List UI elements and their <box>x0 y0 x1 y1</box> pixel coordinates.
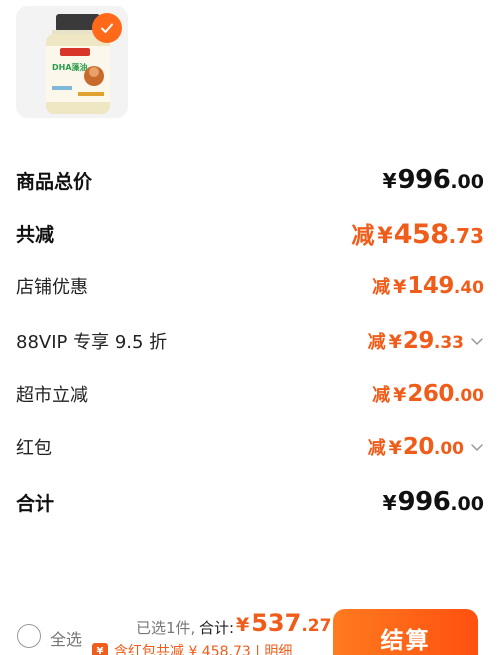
amount-decimal: .00 <box>450 171 484 193</box>
amount-integer: 996 <box>397 165 451 195</box>
currency-symbol: ¥ <box>388 331 402 353</box>
summary-row-red-packet[interactable]: 红包 减 ¥20.00 <box>16 427 484 467</box>
selected-count: 已选1件, <box>136 619 196 637</box>
summary-label: 共减 <box>16 223 55 246</box>
currency-symbol: ¥ <box>382 491 397 515</box>
summary-value: ¥996.00 <box>383 165 484 195</box>
amount-decimal: .73 <box>448 224 484 248</box>
summary-row-goods-total: 商品总价 ¥996.00 <box>16 160 484 200</box>
currency-symbol: ¥ <box>393 384 407 406</box>
currency-symbol: ¥ <box>388 437 402 459</box>
checkout-bar: 全选 已选1件, 合计: ¥ 537 .27 ¥ 含红包共减 ¥ 458.73 … <box>0 603 500 655</box>
discount-prefix: 减 <box>372 385 391 406</box>
summary-label: 合计 <box>16 492 55 515</box>
currency-symbol: ¥ <box>393 276 407 298</box>
currency-symbol: ¥ <box>377 224 393 249</box>
discount-prefix: 减 <box>367 438 386 459</box>
checkout-button[interactable]: 结算 <box>333 609 478 655</box>
currency-symbol: ¥ <box>382 169 397 193</box>
amount-decimal: .00 <box>453 386 484 406</box>
red-packet-icon: ¥ <box>92 643 108 655</box>
amount-integer: 20 <box>402 434 435 460</box>
discount-detail-link[interactable]: ¥ 含红包共减 ¥ 458.73 | 明细 <box>92 641 292 655</box>
summary-value: 减 ¥149.40 <box>372 273 484 299</box>
total-int: 537 <box>251 609 302 637</box>
summary-label: 88VIP 专享 9.5 折 <box>16 332 168 353</box>
discount-prefix: 减 <box>372 277 391 298</box>
summary-row-shop-discount: 店铺优惠 减 ¥149.40 <box>16 266 484 306</box>
summary-row-grand-total: 合计 ¥996.00 <box>16 482 484 522</box>
amount-integer: 149 <box>407 273 454 299</box>
discount-prefix: 减 <box>351 223 375 249</box>
amount-integer: 260 <box>407 381 454 407</box>
amount-decimal: .33 <box>433 333 464 353</box>
summary-label: 红包 <box>16 438 52 459</box>
chevron-down-icon[interactable] <box>470 440 484 454</box>
summary-value: 减 ¥20.00 <box>368 434 484 460</box>
summary-row-vip-discount[interactable]: 88VIP 专享 9.5 折 减 ¥29.33 <box>16 321 484 361</box>
select-all-label[interactable]: 全选 <box>50 626 82 650</box>
discount-prefix: 减 <box>367 332 386 353</box>
summary-value: ¥996.00 <box>383 487 484 517</box>
summary-row-total-discount: 共减 减 ¥458.73 <box>16 213 484 253</box>
summary-label: 商品总价 <box>16 170 93 193</box>
svg-text:DHA藻油: DHA藻油 <box>52 62 88 72</box>
summary-value: 减 ¥29.33 <box>368 328 484 354</box>
summary-label: 店铺优惠 <box>16 277 88 298</box>
amount-decimal: .00 <box>433 439 464 459</box>
summary-label: 超市立减 <box>16 385 88 406</box>
total-yen: ¥ <box>236 614 250 636</box>
total-label: 合计: <box>199 619 235 637</box>
discount-detail-text: 含红包共减 ¥ 458.73 | 明细 <box>114 644 293 655</box>
select-all-radio[interactable] <box>17 624 41 648</box>
selected-check-icon[interactable] <box>92 13 122 43</box>
total-amount: ¥ 537 .27 <box>236 609 331 637</box>
amount-decimal: .00 <box>450 493 484 515</box>
amount-integer: 996 <box>397 487 451 517</box>
chevron-down-icon[interactable] <box>470 334 484 348</box>
amount-integer: 29 <box>402 328 435 354</box>
total-dec: .27 <box>301 616 332 636</box>
summary-value: 减 ¥458.73 <box>351 216 484 250</box>
amount-decimal: .40 <box>453 278 484 298</box>
summary-value: 减 ¥260.00 <box>372 381 484 407</box>
amount-integer: 458 <box>393 219 449 250</box>
summary-row-market-discount: 超市立减 减 ¥260.00 <box>16 374 484 414</box>
